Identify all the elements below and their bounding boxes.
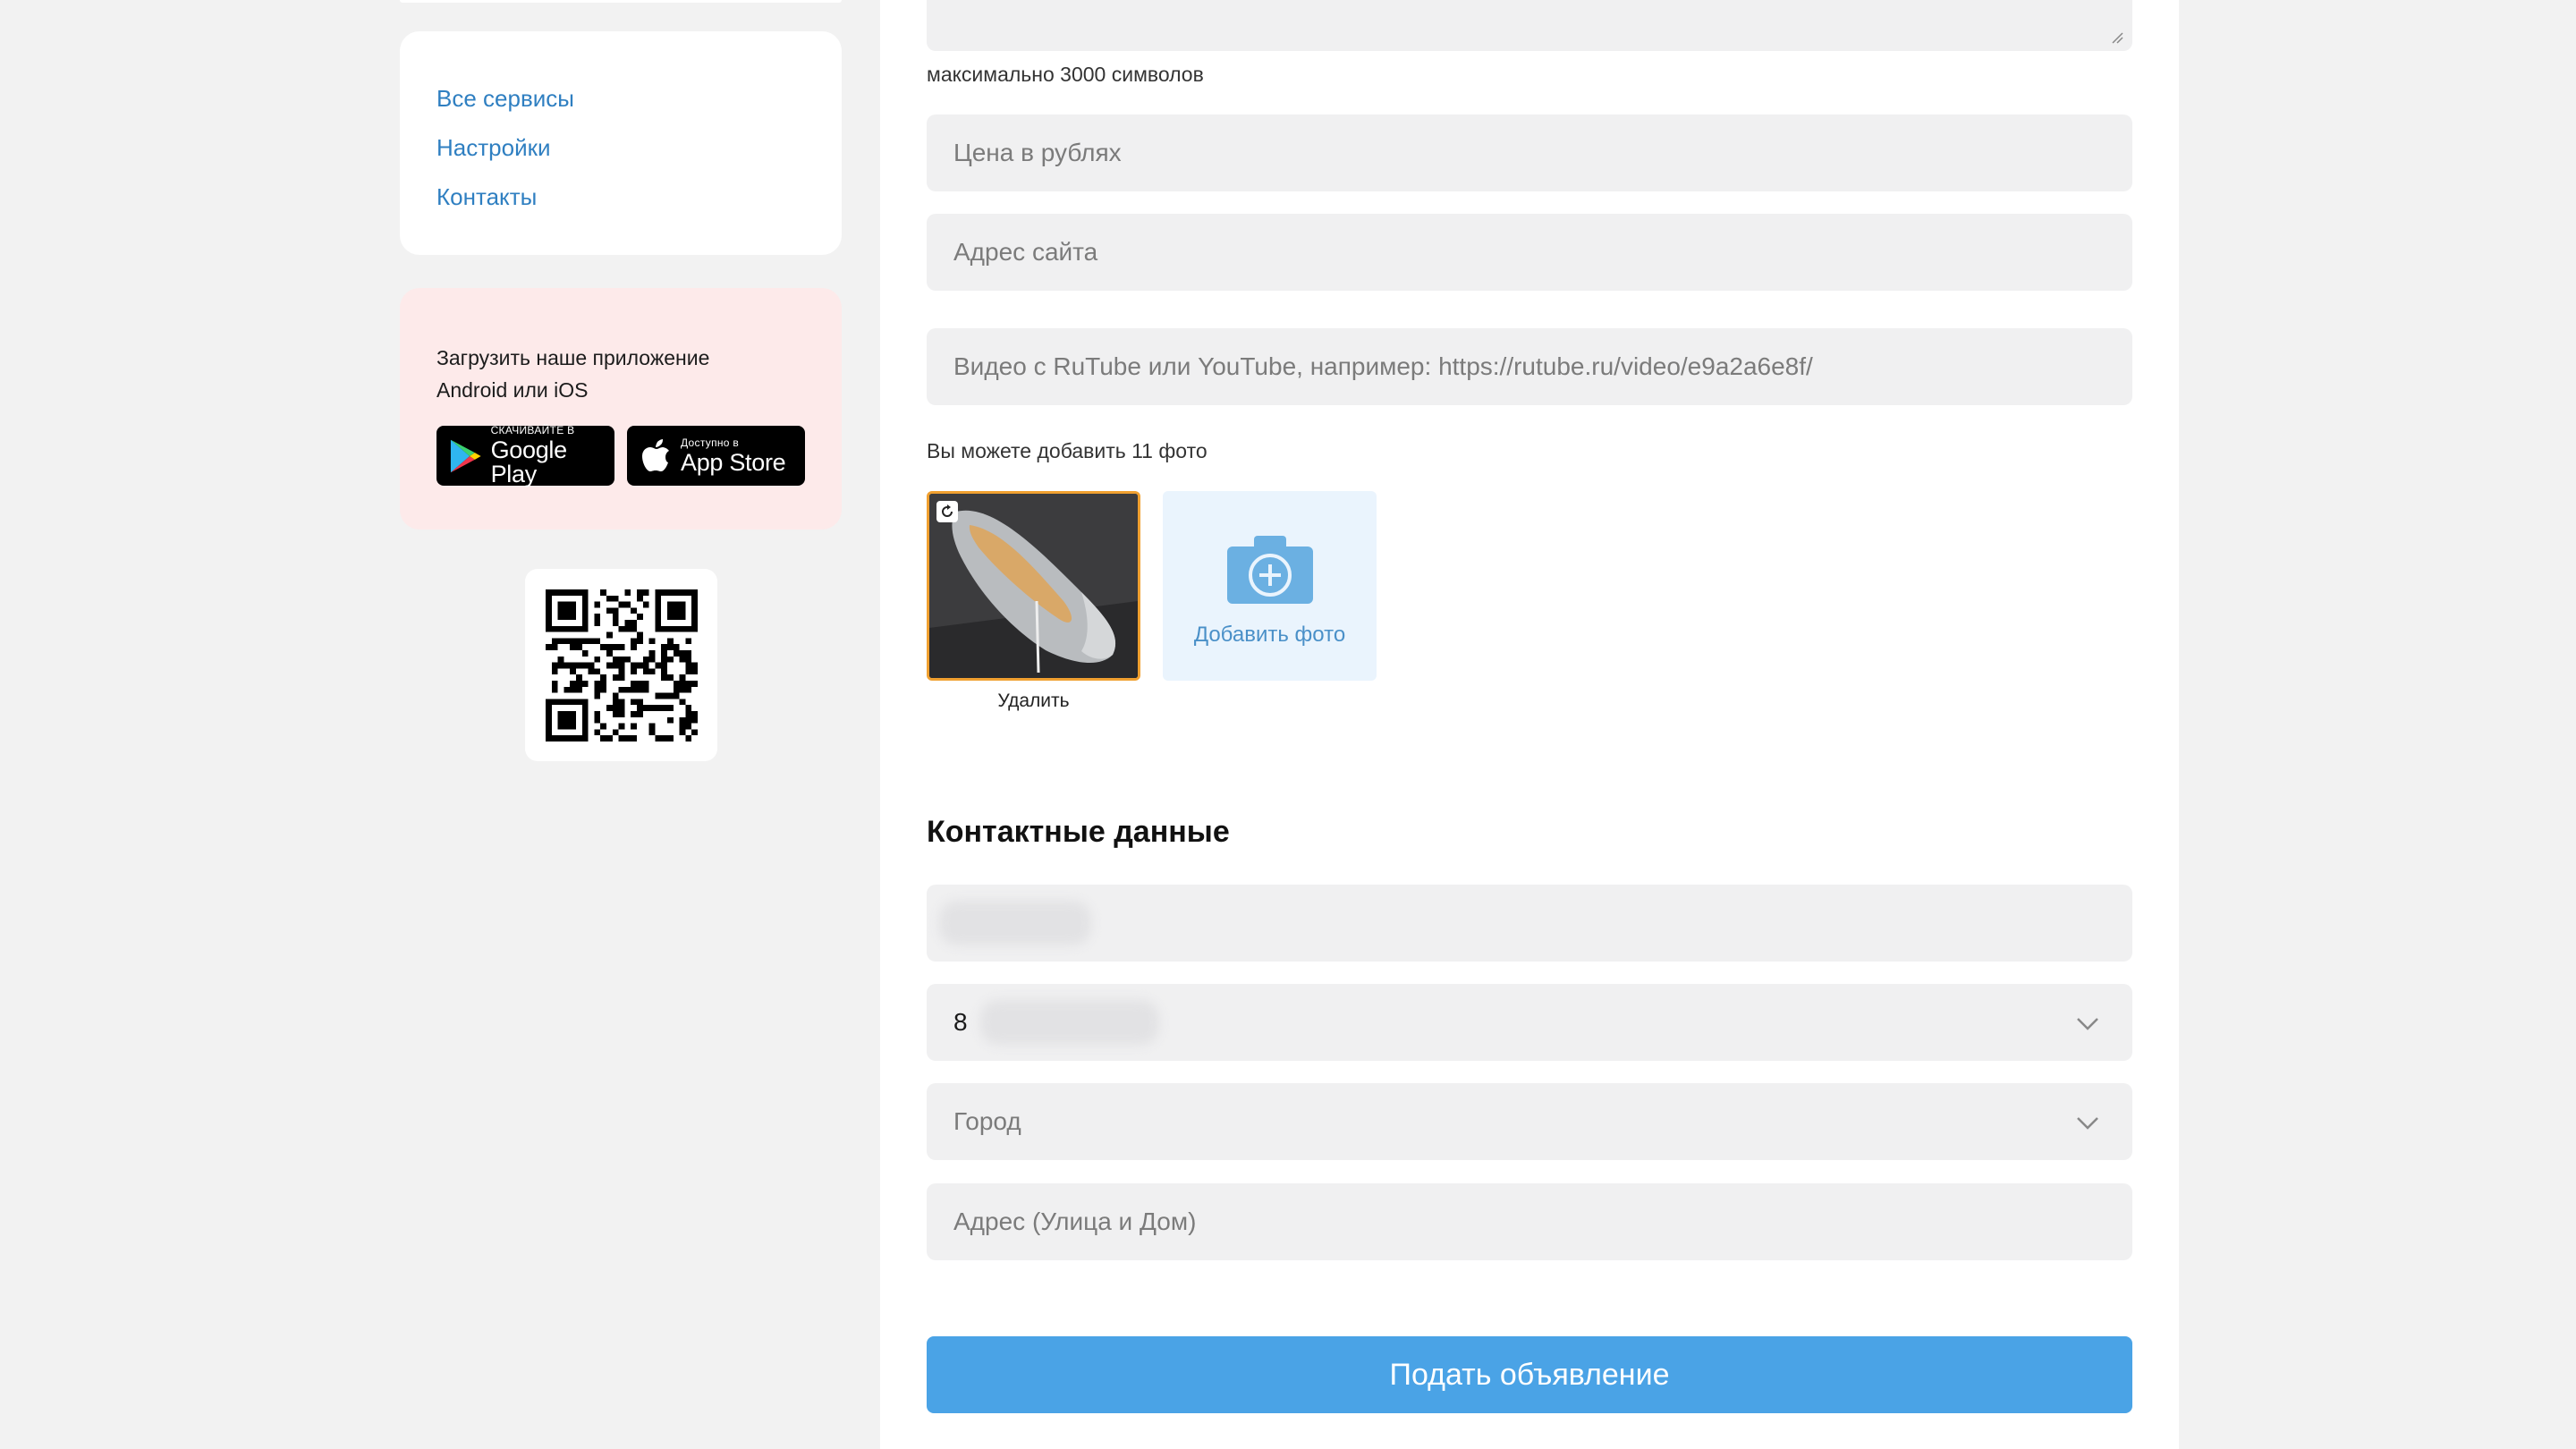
sidebar-card-edge: [400, 0, 842, 3]
description-textarea[interactable]: [927, 0, 2132, 51]
address-input[interactable]: Адрес (Улица и Дом): [927, 1183, 2132, 1260]
google-play-big-text: Google Play: [490, 436, 568, 487]
nav-link-contacts[interactable]: Контакты: [436, 173, 842, 222]
google-play-badge[interactable]: СКАЧИВАЙТЕ В Google Play: [436, 424, 614, 487]
qr-code-icon: [545, 589, 698, 741]
photos-limit-hint: Вы можете добавить 11 фото: [927, 439, 1208, 462]
apple-icon: [642, 438, 669, 471]
price-input[interactable]: Цена в рублях: [927, 114, 2132, 191]
google-play-icon: [450, 439, 481, 472]
app-store-small-text: Доступно в: [681, 436, 740, 449]
add-photo-button[interactable]: Добавить фото: [1163, 491, 1377, 681]
add-photo-label: Добавить фото: [1193, 623, 1346, 647]
video-url-input[interactable]: Видео с RuTube или YouTube, например: ht…: [927, 328, 2132, 405]
video-url-placeholder: Видео с RuTube или YouTube, например: ht…: [953, 352, 1813, 380]
description-limit-hint: максимально 3000 символов: [927, 63, 1204, 86]
chevron-down-icon: [2077, 1117, 2098, 1130]
delete-photo-button[interactable]: Удалить: [927, 691, 1140, 712]
sidebar-nav-card: Все сервисы Настройки Контакты: [400, 31, 842, 255]
rotate-photo-button[interactable]: [936, 501, 958, 522]
name-input[interactable]: [927, 885, 2132, 962]
uploaded-photo-thumbnail[interactable]: [927, 491, 1140, 681]
phone-prefix: 8: [953, 1008, 968, 1036]
app-store-badge[interactable]: Доступно в App Store: [627, 426, 805, 486]
city-select[interactable]: Город: [927, 1083, 2132, 1160]
google-play-small-text: СКАЧИВАЙТЕ В: [490, 424, 575, 436]
ad-form: максимально 3000 символов Цена в рублях …: [880, 0, 2179, 1449]
app-promo-card: Загрузить наше приложение Android или iO…: [400, 288, 842, 530]
nav-link-settings[interactable]: Настройки: [436, 123, 842, 173]
store-badges: СКАЧИВАЙТЕ В Google Play Доступно в App …: [436, 424, 842, 487]
resize-handle-icon[interactable]: [2111, 31, 2123, 44]
phone-select[interactable]: 8: [927, 984, 2132, 1061]
shoe-photo: [929, 494, 1138, 678]
price-placeholder: Цена в рублях: [953, 139, 1122, 166]
camera-plus-icon: [1227, 536, 1313, 604]
app-promo-text: Загрузить наше приложение Android или iO…: [436, 346, 710, 402]
nav-link-all-services[interactable]: Все сервисы: [436, 74, 842, 123]
qr-code-card: [525, 569, 717, 761]
website-input[interactable]: Адрес сайта: [927, 214, 2132, 291]
redacted-phone: [980, 1000, 1159, 1045]
app-store-big-text: App Store: [681, 448, 786, 476]
rotate-icon: [942, 504, 953, 517]
submit-ad-button[interactable]: Подать объявление: [927, 1336, 2132, 1413]
contacts-section-title: Контактные данные: [927, 815, 1230, 849]
chevron-down-icon: [2077, 1018, 2098, 1030]
address-placeholder: Адрес (Улица и Дом): [953, 1208, 1197, 1235]
website-placeholder: Адрес сайта: [953, 238, 1098, 266]
redacted-name: [939, 901, 1091, 945]
city-placeholder: Город: [953, 1107, 1021, 1135]
